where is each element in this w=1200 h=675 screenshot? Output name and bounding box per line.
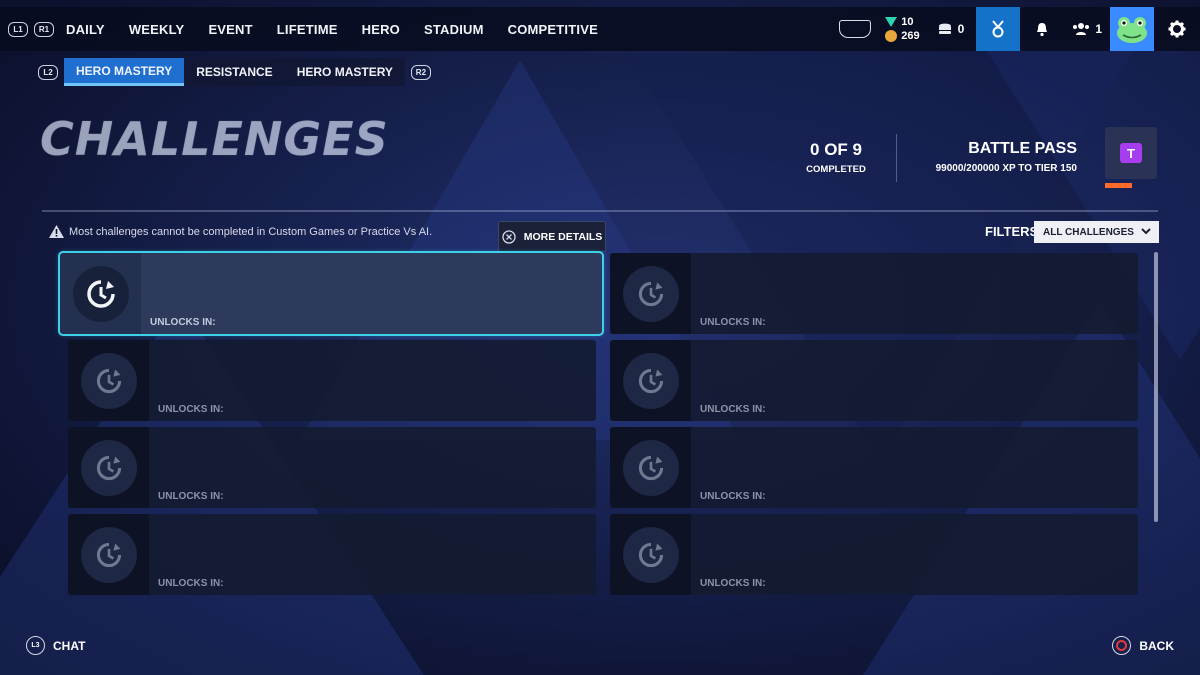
challenge-card[interactable]: UNLOCKS IN: [68,427,596,508]
scrollbar[interactable] [1154,252,1158,522]
unlocks-in-label: UNLOCKS IN: [150,317,216,328]
locked-timer-icon [86,279,115,308]
more-details-button[interactable]: MORE DETAILS [498,221,606,252]
filters-label: FILTERS [985,224,1039,239]
frog-avatar-icon [1117,17,1147,43]
header-divider [42,210,1158,212]
page-title: CHALLENGES [40,112,389,166]
completed-label: COMPLETED [806,164,866,175]
l3-button-hint: L3 [26,636,45,655]
chat-label: CHAT [53,638,86,653]
challenge-card[interactable]: UNLOCKS IN: [68,514,596,595]
l2-trigger-hint: L2 [38,64,58,80]
challenge-icon-box [610,253,691,334]
unlocks-in-label: UNLOCKS IN: [700,404,766,415]
subtab-hero-mastery-2[interactable]: HERO MASTERY [284,58,405,86]
warning-notice: Most challenges cannot be completed in C… [48,224,432,239]
settings-button[interactable] [1154,7,1200,51]
completion-summary: 0 OF 9 COMPLETED [790,140,882,175]
battle-pass-summary: BATTLE PASS 99000/200000 XP TO TIER 150 [936,140,1077,174]
challenge-card[interactable]: UNLOCKS IN: [610,340,1138,421]
lootbox-counter[interactable]: 0 [938,22,965,36]
filter-selected-value: ALL CHALLENGES [1043,226,1134,238]
r2-trigger-hint: R2 [410,64,431,80]
challenge-icon-box [610,340,691,421]
challenge-card[interactable]: UNLOCKS IN: [58,251,604,336]
notifications-button[interactable] [1020,7,1064,51]
coin-icon [885,30,898,42]
player-avatar[interactable] [1110,7,1154,51]
battle-pass-xp: 99000/200000 XP TO TIER 150 [935,163,1077,174]
locked-timer-icon [638,455,663,480]
battle-pass-progress-bar [1105,183,1132,188]
challenge-card[interactable]: UNLOCKS IN: [610,514,1138,595]
locked-timer-icon [638,281,663,306]
r1-bumper-hint: R1 [34,21,54,37]
tab-stadium[interactable]: STADIUM [424,22,484,37]
challenge-icon-box [60,253,141,334]
tab-hero[interactable]: HERO [362,22,400,37]
subtab-hero-mastery[interactable]: HERO MASTERY [64,58,185,86]
challenge-icon-box [610,514,691,595]
cross-button-icon [502,229,516,244]
name-card-icon[interactable] [839,20,872,38]
challenge-icon-box [68,514,149,595]
challenge-card[interactable]: UNLOCKS IN: [68,340,596,421]
unlocks-in-label: UNLOCKS IN: [700,317,766,328]
back-prompt[interactable]: BACK [1112,636,1174,655]
filter-dropdown[interactable]: ALL CHALLENGES [1034,221,1159,243]
challenge-icon-box [68,340,149,421]
divider [896,134,897,182]
challenge-category-tabs: DAILY WEEKLY EVENT LIFETIME HERO STADIUM… [66,22,622,37]
challenge-card[interactable]: UNLOCKS IN: [610,253,1138,334]
circle-button-icon [1112,636,1132,655]
challenge-icon-box [610,427,691,508]
locked-timer-icon [96,455,121,480]
gear-icon [1168,20,1186,38]
unlocks-in-label: UNLOCKS IN: [700,578,766,589]
locked-timer-icon [96,368,121,393]
top-nav-bar: L1 R1 DAILY WEEKLY EVENT LIFETIME HERO S… [0,7,1200,51]
legacy-credits-amount: 10 [901,16,914,28]
lootbox-count: 0 [957,22,965,36]
tab-lifetime[interactable]: LIFETIME [277,22,338,37]
unlocks-in-label: UNLOCKS IN: [158,491,224,502]
lootbox-icon [938,23,951,34]
more-details-label: MORE DETAILS [523,230,603,243]
warning-icon [49,225,64,238]
bell-icon [1037,22,1048,36]
warning-text: Most challenges cannot be completed in C… [69,225,433,238]
sub-category-tabs: L2 HERO MASTERY RESISTANCE HERO MASTERY … [38,58,437,86]
locked-timer-icon [638,542,663,567]
challenge-card[interactable]: UNLOCKS IN: [610,427,1138,508]
l1-bumper-hint: L1 [8,21,28,37]
chat-prompt[interactable]: L3 CHAT [26,636,85,655]
unlocks-in-label: UNLOCKS IN: [158,404,224,415]
unlocks-in-label: UNLOCKS IN: [158,578,224,589]
currency-display: 10 269 [885,15,920,43]
tab-daily[interactable]: DAILY [66,22,105,37]
legacy-credits-icon [885,17,898,27]
locked-timer-icon [96,542,121,567]
subtab-resistance[interactable]: RESISTANCE [184,58,285,86]
friends-icon [1073,23,1090,35]
friends-online-count: 1 [1095,22,1102,36]
tab-event[interactable]: EVENT [208,22,252,37]
chevron-down-icon [1141,228,1151,235]
tab-weekly[interactable]: WEEKLY [129,22,185,37]
battle-pass-badge-letter: T [1120,143,1142,163]
tab-competitive[interactable]: COMPETITIVE [508,22,598,37]
unlocks-in-label: UNLOCKS IN: [700,491,766,502]
battle-pass-title: BATTLE PASS [968,140,1077,157]
challenges-menu-button[interactable] [976,7,1021,51]
locked-timer-icon [638,368,663,393]
social-button[interactable]: 1 [1064,22,1110,36]
challenge-icon-box [68,427,149,508]
battle-pass-tier-badge[interactable]: T [1105,127,1157,179]
back-label: BACK [1139,638,1174,653]
coins-amount: 269 [901,30,920,42]
medal-icon [992,20,1005,38]
completed-count: 0 OF 9 [810,140,862,159]
